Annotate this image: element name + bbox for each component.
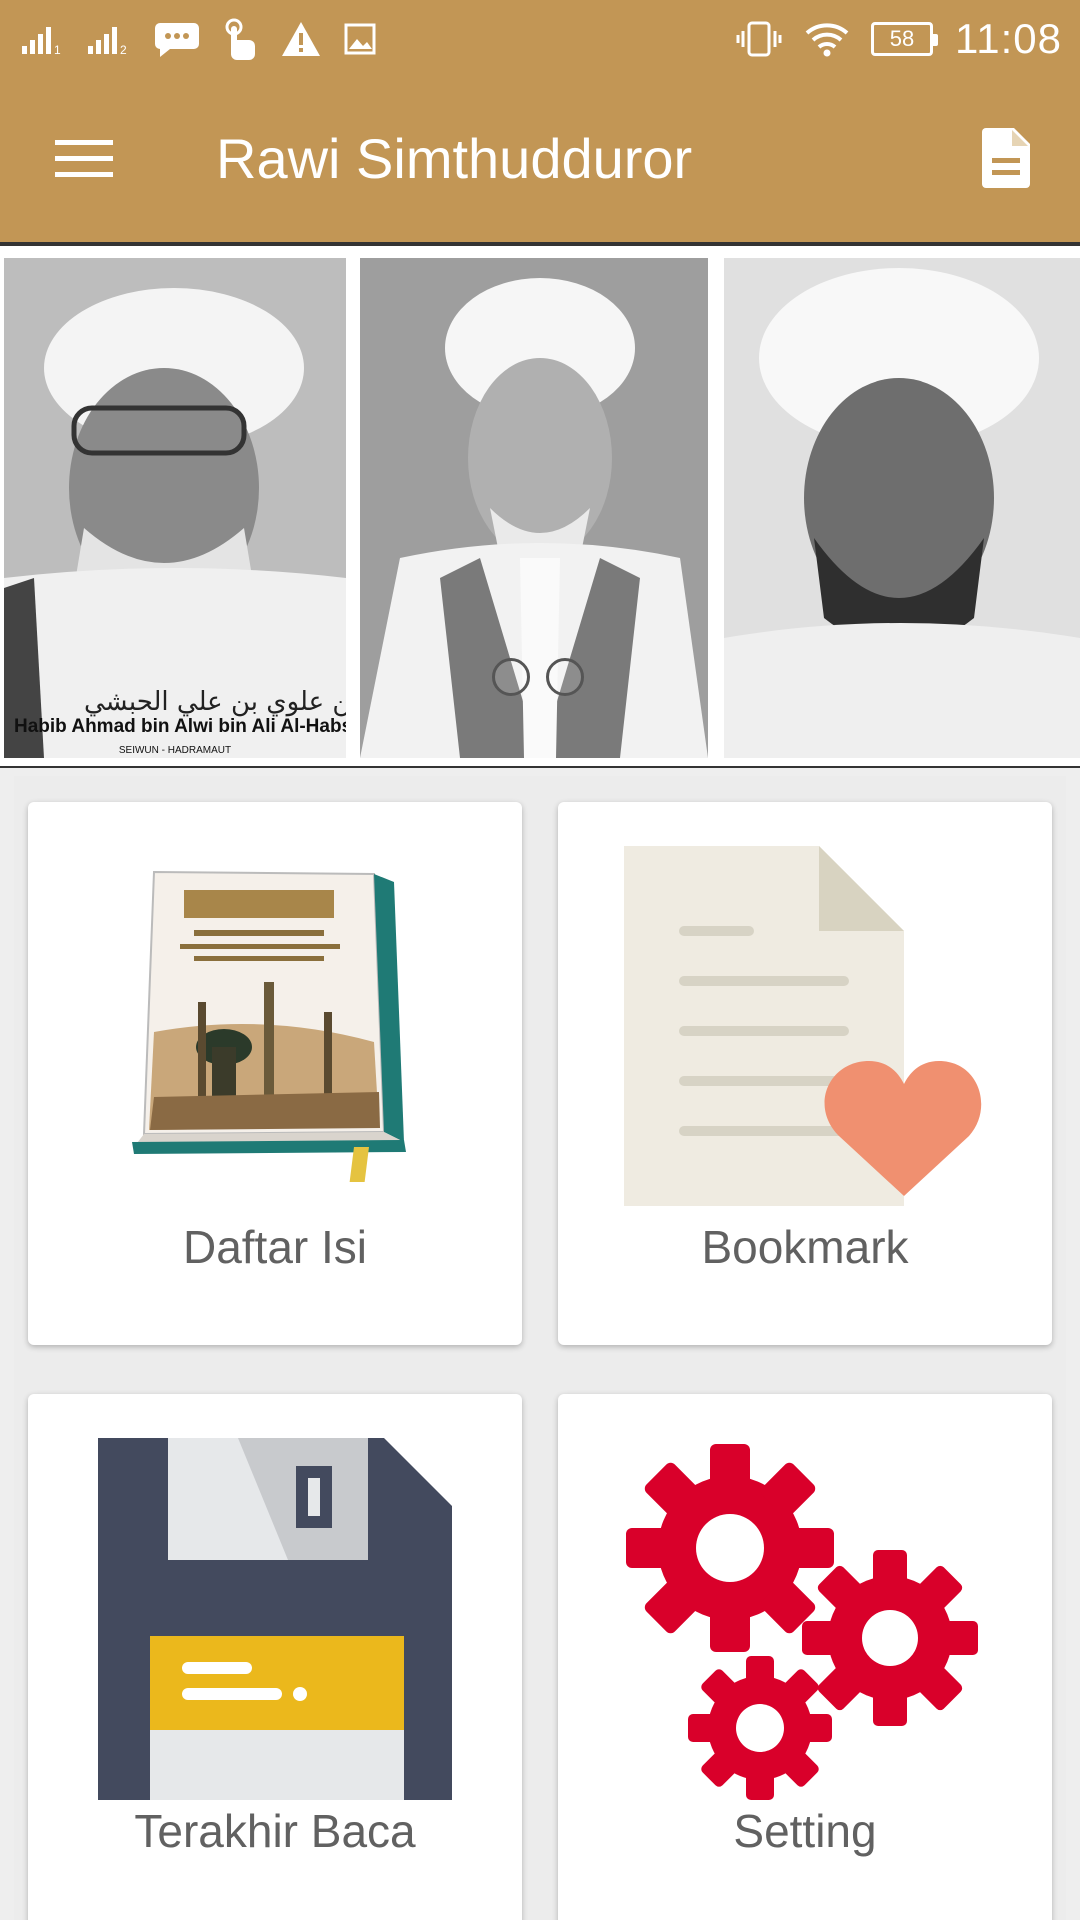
banner-photo-1-arabic: الحبيب احمد بن علوي بن علي الحبشي — [84, 687, 346, 717]
document-icon — [982, 127, 1030, 193]
menu-card-label: Terakhir Baca — [134, 1805, 416, 1857]
menu-card-setting[interactable]: Setting — [558, 1394, 1052, 1920]
menu-card-daftar-isi[interactable]: Daftar Isi — [28, 802, 522, 1345]
app-title: Rawi Simthudduror — [216, 127, 693, 190]
book-icon — [124, 862, 444, 1187]
banner-photo-1-subcaption: SEIWUN - HADRAMAUT — [118, 745, 232, 756]
banner-photo-1: الحبيب احمد بن علوي بن علي الحبشي Habib … — [4, 258, 346, 758]
clock-time: 11:08 — [955, 15, 1062, 62]
app-bar: Rawi Simthudduror — [0, 78, 1080, 242]
hamburger-menu-icon — [55, 138, 113, 183]
signal-sim2-icon: 2 — [88, 24, 132, 54]
menu-card-label: Daftar Isi — [182, 1221, 368, 1273]
menu-grid: Daftar Isi Bookmark Terakhir Baca Settin… — [14, 776, 1066, 1920]
menu-card-bookmark[interactable]: Bookmark — [558, 802, 1052, 1345]
battery-icon: 58 — [871, 22, 938, 56]
svg-text:1: 1 — [54, 43, 61, 54]
signal-sim1-icon: 1 — [22, 24, 66, 54]
status-right-icons: 58 11:08 — [735, 15, 1062, 62]
slider-dot-1[interactable] — [492, 658, 530, 696]
image-icon — [344, 23, 376, 55]
svg-text:2: 2 — [120, 43, 127, 54]
wifi-icon — [805, 21, 849, 57]
status-left-icons: 1 2 — [22, 16, 376, 62]
bookmark-document-heart-icon — [624, 846, 984, 1231]
floppy-disk-icon — [98, 1438, 454, 1805]
vibrate-icon — [735, 19, 783, 59]
document-button[interactable] — [968, 122, 1044, 198]
menu-card-label: Setting — [733, 1805, 877, 1857]
menu-card-label: Bookmark — [701, 1221, 909, 1273]
gears-icon — [620, 1438, 990, 1813]
banner-photo-3 — [724, 258, 1080, 758]
slider-dot-2[interactable] — [546, 658, 584, 696]
slider-indicators — [492, 658, 584, 696]
status-bar: 1 2 58 11:08 — [0, 0, 1080, 78]
banner-photo-1-caption: Habib Ahmad bin Alwi bin Ali Al-Habsyi — [14, 716, 346, 737]
warning-icon — [280, 20, 322, 58]
touch-icon — [222, 18, 258, 60]
hamburger-menu-button[interactable] — [40, 122, 128, 198]
message-icon — [154, 21, 200, 57]
banner-slider[interactable]: الحبيب احمد بن علوي بن علي الحبشي Habib … — [0, 242, 1080, 768]
menu-card-terakhir-baca[interactable]: Terakhir Baca — [28, 1394, 522, 1920]
